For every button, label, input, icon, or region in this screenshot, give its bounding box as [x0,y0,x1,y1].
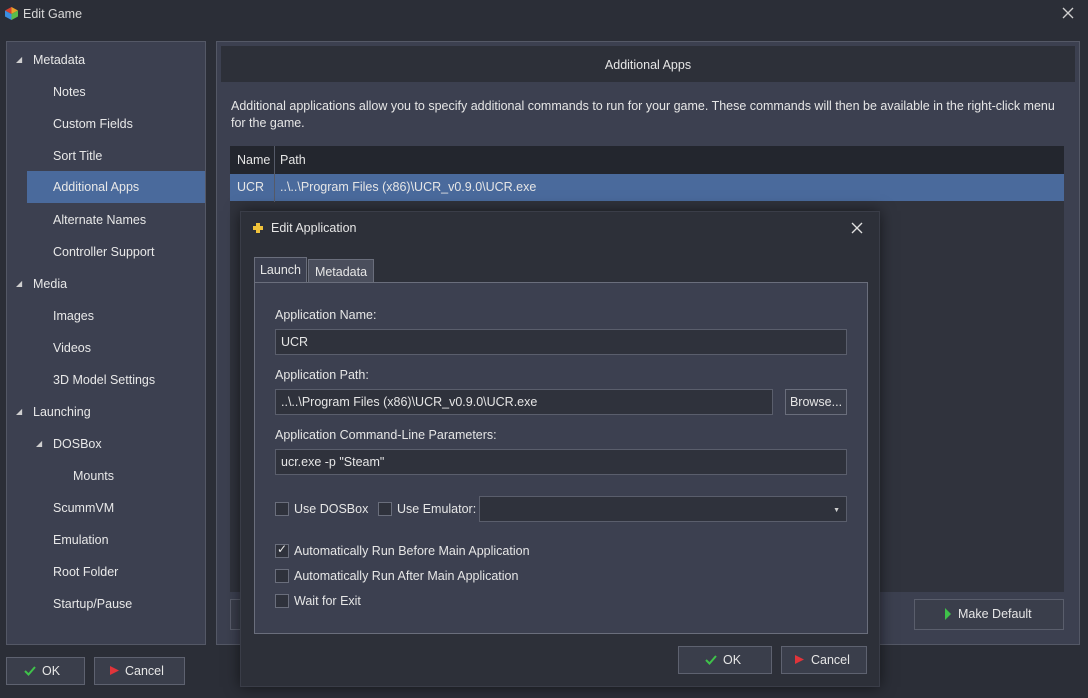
wait-for-exit-label[interactable]: Wait for Exit [294,594,361,608]
dialog-cancel-button[interactable]: Cancel [781,646,867,674]
check-icon [24,666,36,676]
sidebar-item-controller-support[interactable]: Controller Support [27,236,205,268]
sidebar-item-root-folder[interactable]: Root Folder [27,556,205,588]
ok-label: OK [42,664,61,678]
play-arrow-icon [945,608,951,620]
sidebar-item-label: Videos [53,341,91,355]
row-path-cell: ..\..\Program Files (x86)\UCR_v0.9.0\UCR… [280,180,537,194]
cancel-icon [795,655,804,664]
sidebar-item-dosbox[interactable]: ◢ DOSBox [27,428,205,460]
browse-button[interactable]: Browse... [785,389,847,415]
panel-header: Additional Apps [221,46,1075,82]
sidebar-item-label: ScummVM [53,501,115,515]
sidebar-tree: ◢ Metadata Notes Custom Fields Sort Titl… [6,41,206,645]
sidebar-item-label: Emulation [53,533,109,547]
run-before-label[interactable]: Automatically Run Before Main Applicatio… [294,544,530,558]
sidebar-item-launching[interactable]: ◢ Launching [7,396,205,428]
sidebar-item-3d-model-settings[interactable]: 3D Model Settings [27,364,205,396]
close-icon[interactable] [1060,5,1076,21]
chevron-down-icon: ▼ [833,507,840,514]
app-path-input[interactable]: ..\..\Program Files (x86)\UCR_v0.9.0\UCR… [275,389,773,415]
sidebar-item-label: Sort Title [53,149,103,163]
sidebar-item-label: Mounts [73,469,114,483]
sidebar-item-scummvm[interactable]: ScummVM [27,492,205,524]
run-before-checkbox[interactable] [275,542,289,558]
sidebar-item-label: Root Folder [53,565,119,579]
dialog-ok-label: OK [723,653,742,667]
use-emulator-label[interactable]: Use Emulator: [397,502,476,516]
run-after-label[interactable]: Automatically Run After Main Application [294,569,518,583]
sidebar-item-mounts[interactable]: Mounts [47,460,205,492]
column-divider [274,146,275,202]
sidebar-item-label: DOSBox [53,437,102,451]
sidebar-item-label: Media [33,277,68,291]
run-after-checkbox[interactable] [275,569,289,583]
column-header-path[interactable]: Path [280,146,306,174]
sidebar-item-media[interactable]: ◢ Media [7,268,205,300]
window-title: Edit Game [23,7,83,21]
dialog-cancel-label: Cancel [811,653,850,667]
sidebar-item-label: Startup/Pause [53,597,133,611]
use-dosbox-label[interactable]: Use DOSBox [294,502,368,516]
cancel-button[interactable]: Cancel [94,657,185,685]
expanded-triangle-icon[interactable]: ◢ [16,268,22,300]
sidebar-item-emulation[interactable]: Emulation [27,524,205,556]
sidebar-item-notes[interactable]: Notes [27,76,205,108]
row-name-cell: UCR [237,180,265,194]
app-name-input[interactable]: UCR [275,329,847,355]
sidebar-item-sort-title[interactable]: Sort Title [27,140,205,172]
sidebar-item-custom-fields[interactable]: Custom Fields [27,108,205,140]
sidebar-item-alternate-names[interactable]: Alternate Names [27,204,205,236]
cancel-label: Cancel [125,664,164,678]
edit-application-dialog: Edit Application Launch Metadata Applica… [240,211,880,687]
dialog-title: Edit Application [271,221,357,235]
sidebar-item-label: 3D Model Settings [53,373,156,387]
make-default-label: Make Default [958,607,1032,621]
app-path-label: Application Path: [275,368,369,382]
cancel-icon [110,666,119,675]
table-row[interactable]: UCR ..\..\Program Files (x86)\UCR_v0.9.0… [230,174,1064,201]
expanded-triangle-icon[interactable]: ◢ [16,396,22,428]
plus-icon [253,223,263,233]
sidebar-item-label: Images [53,309,94,323]
table-header: Name Path [230,146,1064,174]
sidebar-item-images[interactable]: Images [27,300,205,332]
app-name-label: Application Name: [275,308,377,322]
check-icon [705,655,717,665]
sidebar-item-label: Additional Apps [53,180,140,194]
expanded-triangle-icon[interactable]: ◢ [16,44,22,76]
sidebar-item-videos[interactable]: Videos [27,332,205,364]
tab-launch[interactable]: Launch [254,257,307,283]
ok-button[interactable]: OK [6,657,85,685]
params-input[interactable]: ucr.exe -p "Steam" [275,449,847,475]
launch-tab-body: Application Name: UCR Application Path: … [254,282,868,634]
use-emulator-checkbox[interactable] [378,502,392,516]
sidebar-item-label: Alternate Names [53,213,147,227]
emulator-select[interactable]: ▼ [479,496,847,522]
params-label: Application Command-Line Parameters: [275,428,497,442]
sidebar-item-label: Controller Support [53,245,155,259]
sidebar-item-label: Custom Fields [53,117,133,131]
dialog-ok-button[interactable]: OK [678,646,772,674]
make-default-button[interactable]: Make Default [914,599,1064,630]
sidebar-item-label: Metadata [33,53,86,67]
expanded-triangle-icon[interactable]: ◢ [36,428,42,460]
title-bar: Edit Game [0,0,1088,28]
column-header-name[interactable]: Name [237,146,270,174]
sidebar-item-additional-apps[interactable]: Additional Apps [27,171,205,203]
use-dosbox-checkbox[interactable] [275,502,289,516]
panel-description: Additional applications allow you to spe… [231,99,1055,130]
sidebar-item-label: Notes [53,85,86,99]
sidebar-item-label: Launching [33,405,91,419]
sidebar-item-startup-pause[interactable]: Startup/Pause [27,588,205,620]
tab-metadata[interactable]: Metadata [308,259,374,283]
close-icon[interactable] [850,221,864,235]
launchbox-app-icon [5,7,18,20]
wait-for-exit-checkbox[interactable] [275,594,289,608]
sidebar-item-metadata[interactable]: ◢ Metadata [7,44,205,76]
